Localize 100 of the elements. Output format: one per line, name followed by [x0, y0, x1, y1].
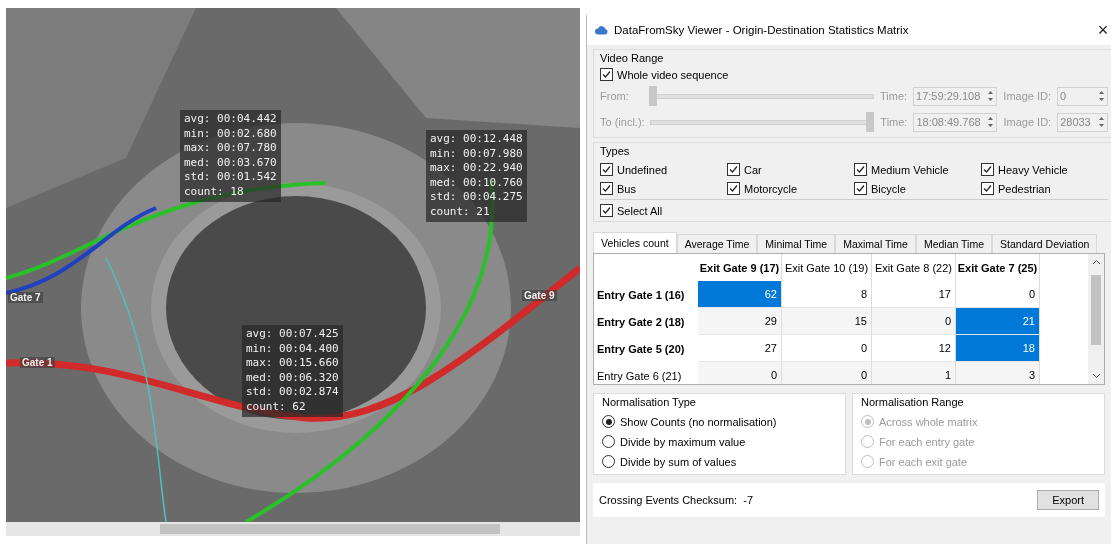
gate-label: Gate 9 — [522, 290, 557, 301]
spin-arrows-icon[interactable] — [987, 90, 995, 102]
checkmark-icon — [983, 165, 992, 174]
tab[interactable]: Vehicles count — [593, 232, 677, 253]
table-cell[interactable]: 17 — [872, 281, 956, 308]
group-title: Types — [600, 145, 631, 157]
time-label: Time: — [880, 116, 908, 128]
spin-arrows-icon[interactable] — [1098, 90, 1105, 102]
tab[interactable]: Median Time — [915, 234, 993, 253]
stats-line: count: 21 — [430, 204, 491, 220]
slider-label: From: — [600, 90, 630, 102]
cloud-icon — [595, 25, 608, 35]
close-button[interactable]: × — [1095, 19, 1111, 41]
checkmark-icon — [983, 184, 992, 193]
table-cell[interactable]: 0 — [782, 335, 872, 362]
group-title: Video Range — [600, 52, 665, 64]
stats-line: avg: 00:07.425 — [246, 327, 339, 342]
checkmark-icon — [602, 70, 611, 79]
checkmark-icon — [602, 184, 611, 193]
checkbox[interactable]: Whole video sequence — [600, 68, 1108, 81]
checkbox[interactable]: Pedestrian — [981, 182, 1108, 195]
window-title: DataFromSky Viewer - Origin-Destination Statistics Matrix — [614, 24, 910, 36]
table-cell[interactable]: 0 — [698, 362, 782, 384]
checkbox[interactable]: Car — [727, 163, 854, 176]
table-cell[interactable]: 0 — [956, 281, 1040, 308]
tab[interactable]: Standard Deviation — [992, 234, 1098, 253]
range-slider[interactable] — [650, 112, 875, 132]
checkbox[interactable]: Select All — [600, 204, 1108, 217]
table-cell[interactable]: 18 — [956, 335, 1040, 362]
checkbox[interactable]: Motorcycle — [727, 182, 854, 195]
stats-line: med: 00:10.760 — [430, 175, 523, 191]
checkmark-icon — [729, 184, 738, 193]
table-cell[interactable]: 1 — [872, 362, 956, 384]
stats-line: avg: 00:12.448 — [430, 132, 523, 147]
checkbox[interactable]: Heavy Vehicle — [981, 163, 1108, 176]
table-cell[interactable]: 29 — [698, 308, 782, 335]
stats-line: min: 00:04.400 — [246, 341, 339, 357]
stats-line: med: 00:03.670 — [184, 155, 277, 171]
table-cell[interactable]: 0 — [782, 362, 872, 384]
stats-line: max: 00:22.940 — [430, 161, 523, 176]
row-header: Entry Gate 5 (20) — [596, 341, 686, 357]
checkmark-icon — [729, 165, 738, 174]
range-slider[interactable] — [649, 86, 874, 106]
radio-circle-icon[interactable] — [602, 415, 615, 428]
stats-line: max: 00:07.780 — [184, 141, 277, 156]
checkbox[interactable]: Undefined — [600, 163, 727, 176]
tab[interactable]: Maximal Time — [835, 234, 916, 253]
slider-handle[interactable] — [649, 86, 658, 106]
tab[interactable]: Minimal Time — [757, 234, 836, 253]
table-cell[interactable]: 21 — [956, 308, 1040, 335]
stats-line: avg: 00:04.442 — [184, 112, 277, 127]
export-button[interactable]: Export — [1037, 490, 1099, 510]
row-header: Entry Gate 6 (21) — [596, 368, 683, 384]
stats-line: count: 18 — [184, 184, 245, 200]
radio-circle-icon[interactable] — [602, 455, 615, 468]
checkmark-icon — [602, 206, 611, 215]
gate-label: Gate 1 — [20, 357, 55, 368]
scroll-up-icon[interactable] — [1091, 258, 1101, 267]
stats-line: min: 00:07.980 — [430, 146, 523, 162]
stats-line: max: 00:15.660 — [246, 356, 339, 371]
row-header: Entry Gate 2 (18) — [596, 314, 686, 330]
row-header: Entry Gate 1 (16) — [596, 287, 686, 303]
horizontal-scrollbar[interactable] — [6, 522, 580, 536]
image-id-label: Image ID: — [1003, 116, 1052, 128]
stats-line: min: 00:02.680 — [184, 126, 277, 142]
table-cell[interactable]: 15 — [782, 308, 872, 335]
image-id-label: Image ID: — [1003, 90, 1051, 102]
time-label: Time: — [880, 90, 908, 102]
checkbox[interactable]: Medium Vehicle — [854, 163, 981, 176]
scroll-down-icon[interactable] — [1091, 371, 1101, 380]
spin-arrows-icon[interactable] — [1098, 116, 1105, 128]
spin-arrows-icon[interactable] — [987, 116, 995, 128]
gate-label: Gate 7 — [8, 292, 43, 303]
table-cell[interactable]: 27 — [698, 335, 782, 362]
table-cell[interactable]: 62 — [698, 281, 782, 308]
stats-line: std: 00:01.542 — [184, 170, 277, 185]
checkbox[interactable]: Bus — [600, 182, 727, 195]
radio-option[interactable]: Divide by maximum value — [602, 435, 837, 448]
checkmark-icon — [602, 165, 611, 174]
radio-option[interactable]: Show Counts (no normalisation) — [602, 415, 837, 428]
stats-line: med: 00:06.320 — [246, 370, 339, 386]
vertical-scrollbar[interactable] — [1088, 254, 1104, 384]
checkbox[interactable]: Bicycle — [854, 182, 981, 195]
slider-handle[interactable] — [866, 112, 875, 132]
tab[interactable]: Average Time — [676, 234, 758, 253]
slider-label: To (incl.): — [600, 116, 644, 128]
group-title: Normalisation Range — [861, 396, 965, 408]
table-cell[interactable]: 8 — [782, 281, 872, 308]
radio-option[interactable]: Divide by sum of values — [602, 455, 837, 468]
table-cell[interactable]: 12 — [872, 335, 956, 362]
checkmark-icon — [856, 165, 865, 174]
stats-line: std: 00:04.275 — [430, 190, 523, 205]
stats-line: std: 00:02.874 — [246, 385, 339, 400]
table-cell[interactable]: 0 — [872, 308, 956, 335]
table-cell[interactable]: 3 — [956, 362, 1040, 384]
checkmark-icon — [856, 184, 865, 193]
radio-circle-icon[interactable] — [602, 435, 615, 448]
group-title: Normalisation Type — [602, 396, 697, 408]
checksum-text: Crossing Events Checksum: -7 — [599, 494, 754, 506]
stats-line: count: 62 — [246, 399, 307, 415]
